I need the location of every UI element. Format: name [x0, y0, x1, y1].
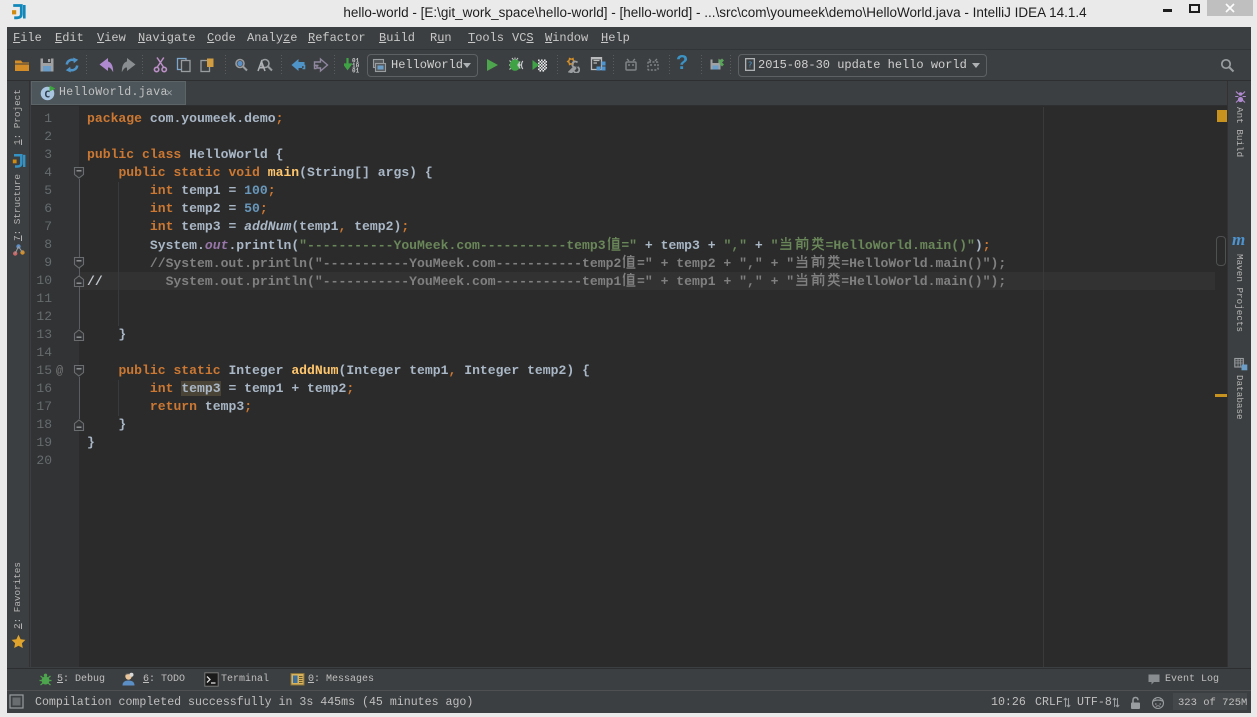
svg-text:C: C	[44, 90, 50, 101]
svg-text:?: ?	[748, 61, 753, 70]
svg-text:01: 01	[352, 68, 360, 74]
